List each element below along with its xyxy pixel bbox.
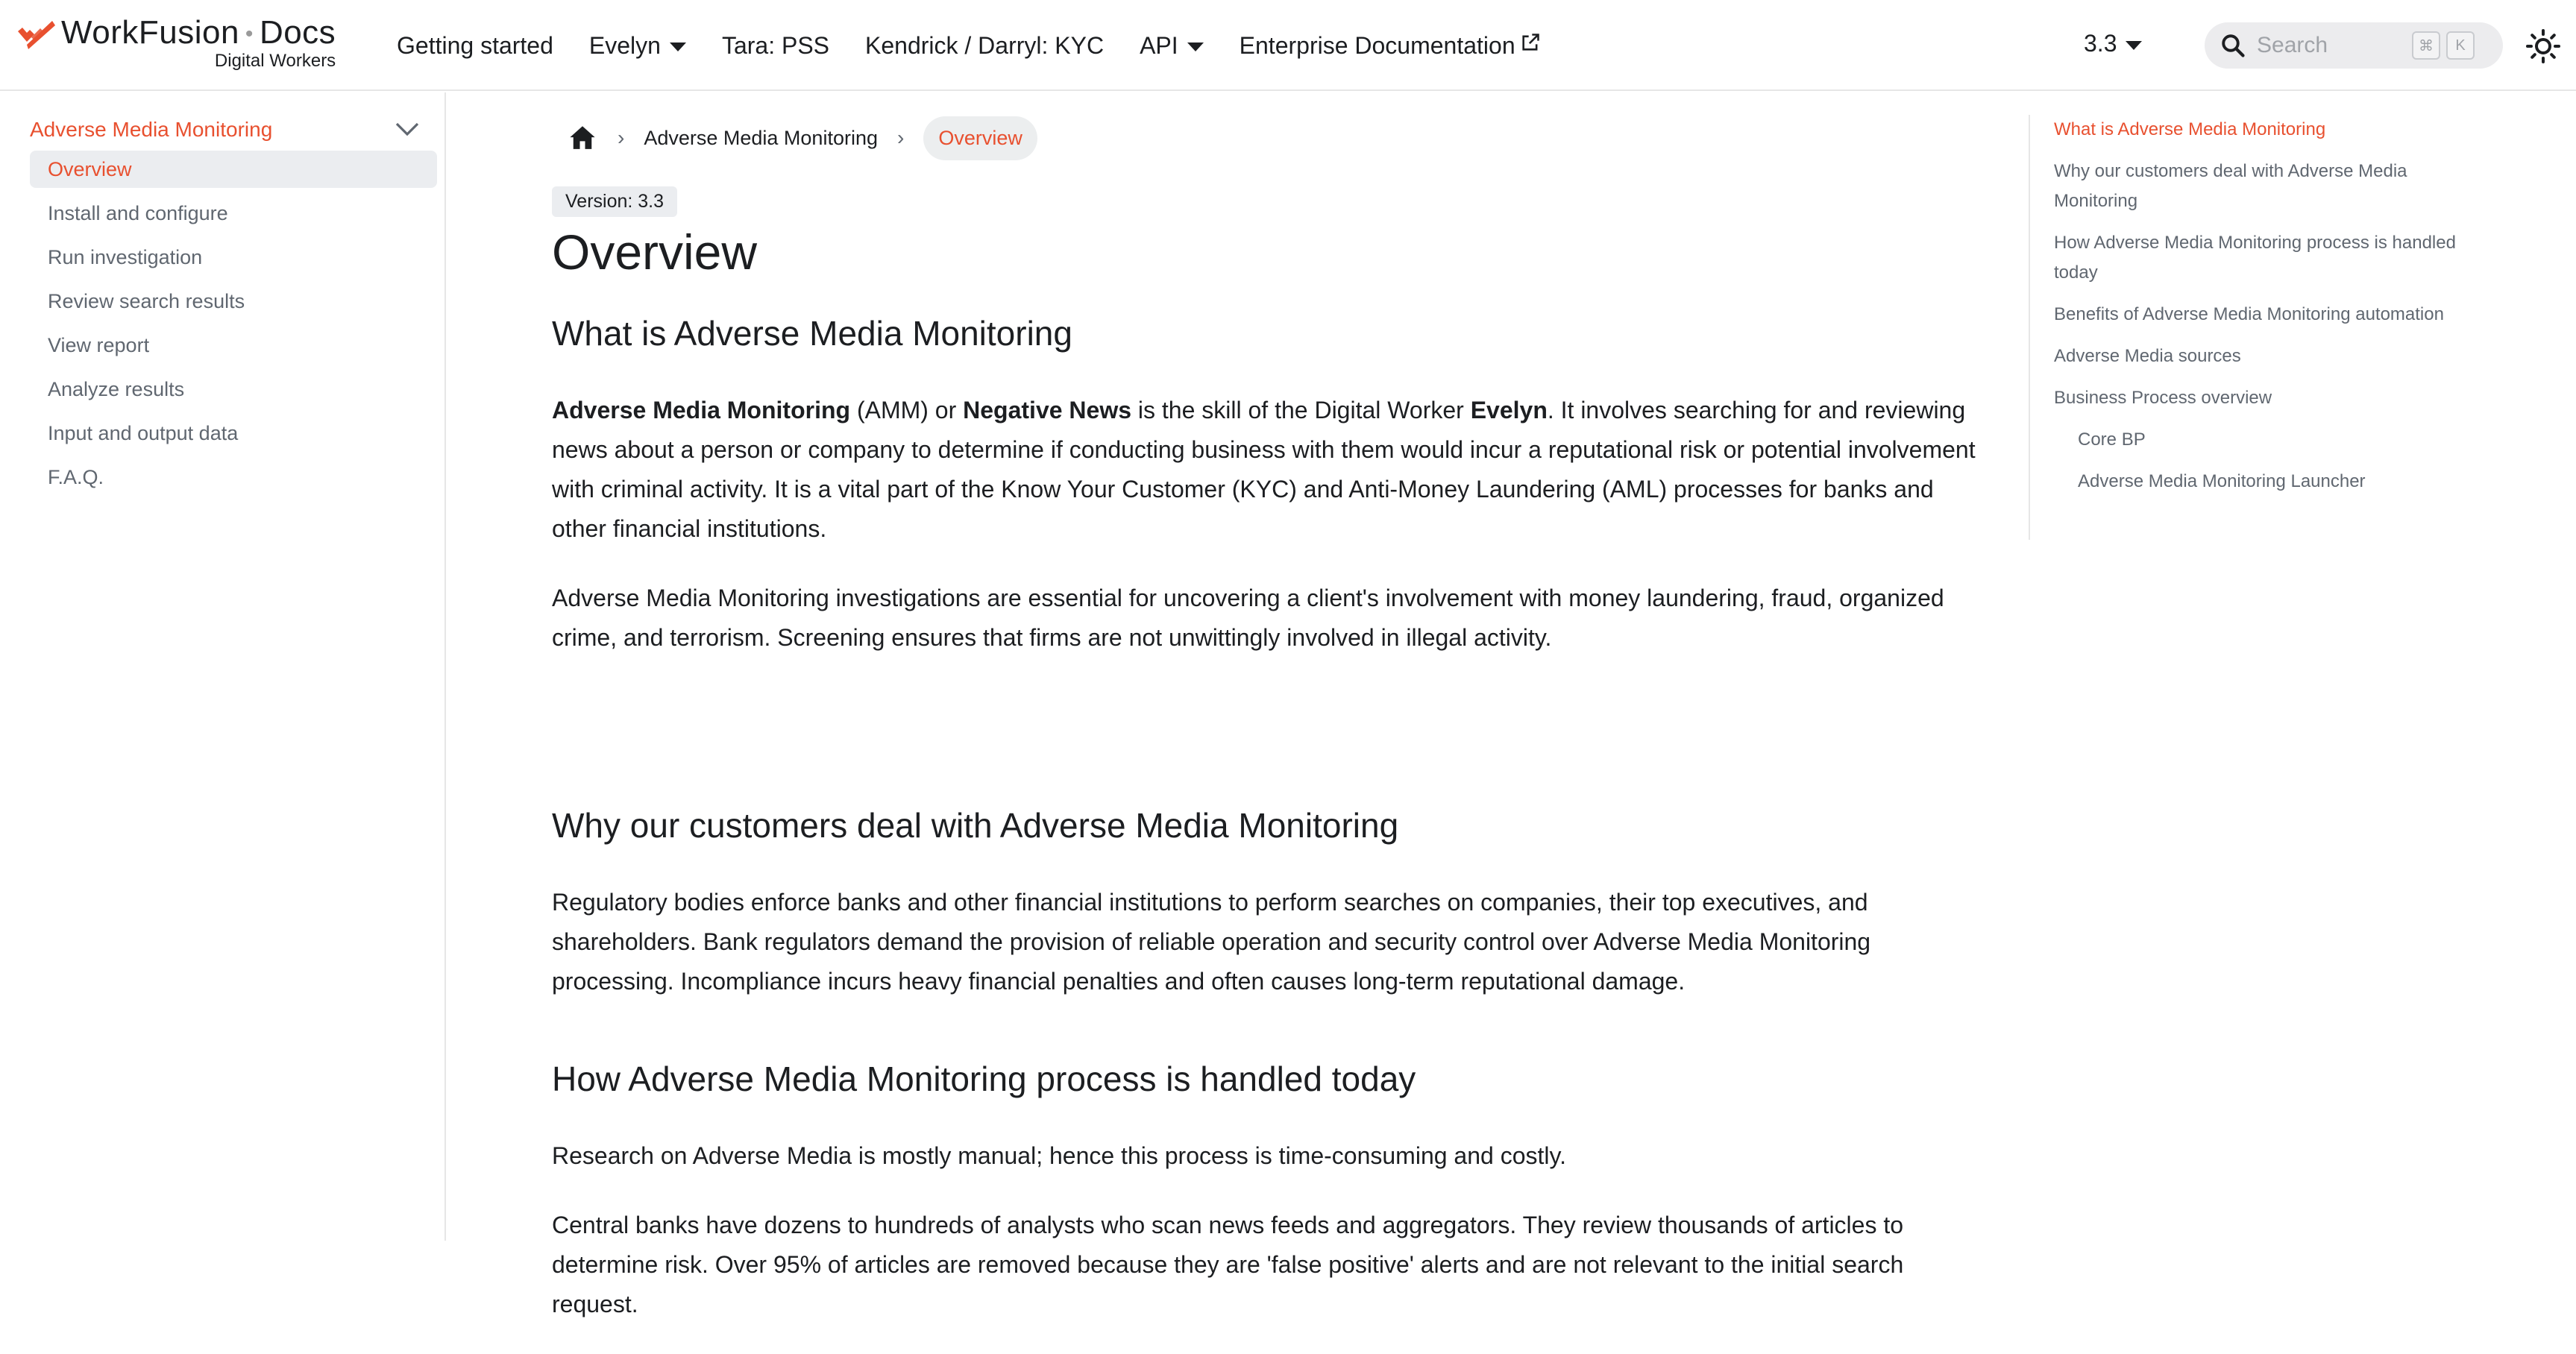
docs-sidebar: Adverse Media Monitoring Overview Instal…: [0, 92, 446, 1241]
external-link-icon: [1522, 34, 1539, 51]
nav-evelyn-dropdown[interactable]: Evelyn: [589, 32, 686, 60]
sun-icon[interactable]: [2525, 28, 2561, 64]
bold-term: Adverse Media Monitoring: [552, 397, 851, 423]
toc-link-why-customers[interactable]: Why our customers deal with Adverse Medi…: [2054, 157, 2472, 216]
sidebar-item-review-search-results[interactable]: Review search results: [30, 283, 437, 320]
sidebar-item-label: Overview: [48, 157, 132, 180]
version-dropdown[interactable]: 3.3: [2084, 30, 2143, 57]
primary-nav: Getting started Evelyn Tara: PSS Kendric…: [397, 0, 1577, 91]
article-body: What is Adverse Media Monitoring Adverse…: [552, 313, 1984, 1317]
nav-link-label: Evelyn: [588, 31, 661, 59]
workfusion-logo-icon: [18, 21, 55, 49]
sidebar-item-label: View report: [48, 333, 150, 356]
chevron-down-icon[interactable]: [392, 118, 422, 140]
brand-docs: Docs: [259, 14, 336, 51]
sidebar-item-label: F.A.Q.: [48, 465, 104, 488]
nav-link-label: Enterprise Documentation: [1239, 31, 1515, 59]
caret-down-icon: [1187, 42, 1204, 51]
nav-enterprise-documentation[interactable]: Enterprise Documentation: [1240, 32, 1541, 60]
breadcrumb-separator-icon: ›: [618, 126, 625, 149]
brand-title: WorkFusion • Docs: [61, 16, 336, 49]
breadcrumb: › Adverse Media Monitoring › Overview: [552, 115, 1037, 161]
section-why-customers: Why our customers deal with Adverse Medi…: [552, 805, 1984, 1031]
sidebar-item-overview[interactable]: Overview: [30, 151, 437, 188]
section-heading: What is Adverse Media Monitoring: [552, 314, 1072, 353]
sidebar-item-label: Run investigation: [48, 245, 203, 268]
toc-link-business-process[interactable]: Business Process overview: [2054, 383, 2472, 413]
breadcrumb-separator-icon: ›: [896, 126, 905, 149]
nav-tara-pss[interactable]: Tara: PSS: [722, 32, 829, 60]
toc-link-what-is-amm[interactable]: What is Adverse Media Monitoring: [2054, 115, 2472, 145]
brand-subtitle: Digital Workers: [214, 51, 336, 71]
sidebar-item-analyze-results[interactable]: Analyze results: [30, 371, 437, 408]
version-badge: Version: 3.3: [552, 186, 678, 217]
shortcut-key-cmd: ⌘: [2412, 31, 2440, 60]
sidebar-item-label: Input and output data: [48, 421, 239, 444]
sidebar-item-label: Review search results: [48, 289, 245, 312]
breadcrumb-adverse-media-monitoring[interactable]: Adverse Media Monitoring: [644, 127, 878, 150]
breadcrumb-current-overview: Overview: [923, 116, 1037, 160]
top-navbar: WorkFusion • Docs Digital Workers Getting …: [0, 0, 2576, 91]
caret-down-icon: [669, 42, 686, 51]
paragraph-text: is the skill of the Digital Worker: [1131, 397, 1471, 423]
section-paragraph: Adverse Media Monitoring investigations …: [552, 585, 1944, 651]
toc-link-core-bp[interactable]: Core BP: [2054, 425, 2472, 455]
toc-link-sources[interactable]: Adverse Media sources: [2054, 341, 2472, 371]
table-of-contents: What is Adverse Media Monitoring Why our…: [2029, 115, 2476, 540]
section-paragraph: Central banks have dozens to hundreds of…: [552, 1212, 1904, 1317]
nav-kendrick-darryl-kyc[interactable]: Kendrick / Darryl: KYC: [865, 32, 1104, 60]
shortcut-key-k: K: [2446, 31, 2475, 60]
home-icon[interactable]: [567, 122, 598, 154]
sidebar-items: Overview Install and configure Run inves…: [30, 151, 437, 503]
toc-link-how-handled-today[interactable]: How Adverse Media Monitoring process is …: [2054, 228, 2472, 288]
section-heading: Why our customers deal with Adverse Medi…: [552, 806, 1399, 845]
sidebar-item-install-and-configure[interactable]: Install and configure: [30, 195, 437, 232]
bold-term: Evelyn: [1470, 397, 1548, 423]
toc-link-launcher[interactable]: Adverse Media Monitoring Launcher: [2054, 467, 2472, 497]
section-how-handled-today: How Adverse Media Monitoring process is …: [552, 1059, 1984, 1354]
version-label: 3.3: [2084, 30, 2117, 57]
caret-down-icon: [2126, 40, 2143, 50]
brand-separator-dot: •: [245, 22, 254, 47]
nav-link-label: Kendrick / Darryl: KYC: [865, 31, 1105, 59]
nav-link-label: Getting started: [397, 31, 553, 59]
nav-link-label: API: [1140, 31, 1178, 59]
sidebar-item-label: Analyze results: [48, 377, 185, 400]
nav-link-label: Tara: PSS: [721, 31, 829, 59]
sidebar-item-view-report[interactable]: View report: [30, 327, 437, 364]
section-paragraph: Regulatory bodies enforce banks and othe…: [552, 889, 1871, 995]
bold-term: Negative News: [963, 397, 1132, 423]
toc-link-benefits[interactable]: Benefits of Adverse Media Monitoring aut…: [2054, 300, 2472, 330]
section-heading: How Adverse Media Monitoring process is …: [552, 1059, 1416, 1098]
sidebar-category-label: Adverse Media Monitoring: [30, 118, 273, 141]
sidebar-item-input-and-output-data[interactable]: Input and output data: [30, 415, 437, 452]
search-icon: [2222, 34, 2245, 57]
page-title: Overview: [552, 224, 758, 280]
section-paragraph: Research on Adverse Media is mostly manu…: [552, 1142, 1567, 1169]
sidebar-item-run-investigation[interactable]: Run investigation: [30, 239, 437, 276]
brand-logo-link[interactable]: WorkFusion • Docs Digital Workers: [16, 16, 336, 70]
paragraph-text: (AMM) or: [850, 397, 964, 423]
sidebar-item-faq[interactable]: F.A.Q.: [30, 459, 437, 496]
section-what-is-amm: What is Adverse Media Monitoring Adverse…: [552, 313, 1984, 658]
search-bar[interactable]: ⌘ K: [2205, 22, 2503, 69]
sidebar-item-label: Install and configure: [48, 201, 228, 224]
section-paragraph: Adverse Media Monitoring (AMM) or Negati…: [552, 391, 1984, 549]
sidebar-category-adverse-media-monitoring[interactable]: Adverse Media Monitoring: [30, 109, 424, 151]
nav-api-dropdown[interactable]: API: [1140, 32, 1204, 60]
nav-getting-started[interactable]: Getting started: [397, 32, 553, 60]
brand-name: WorkFusion: [61, 14, 239, 51]
search-input[interactable]: [2257, 33, 2406, 58]
